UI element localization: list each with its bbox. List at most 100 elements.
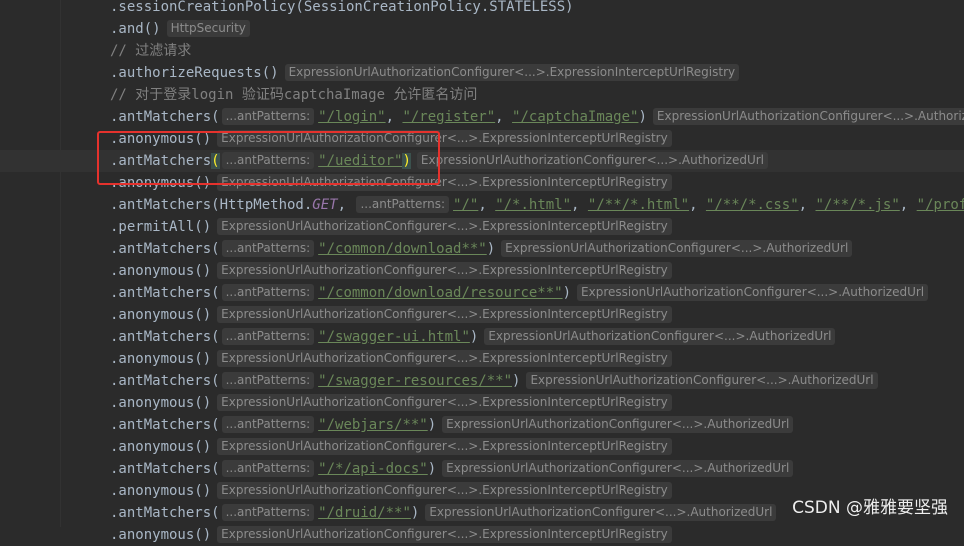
string-literal: "/webjars/**" xyxy=(318,417,428,433)
code-token: .antMatchers(HttpMethod. xyxy=(110,197,313,213)
code-token: ) xyxy=(562,285,572,301)
highlight-annotation-box xyxy=(97,131,440,185)
type-inlay-hint: ExpressionUrlAuthorizationConfigurer<...… xyxy=(284,64,740,81)
code-line[interactable]: .anonymous() ExpressionUrlAuthorizationCo… xyxy=(0,392,964,414)
code-token: , xyxy=(478,197,496,213)
code-token: .sessionCreationPolicy(SessionCreationPo… xyxy=(110,0,574,15)
type-inlay-hint: ExpressionUrlAuthorizationConfigurer<...… xyxy=(442,460,794,477)
code-token: .anonymous() xyxy=(110,351,212,367)
code-line[interactable]: .anonymous() ExpressionUrlAuthorizationCo… xyxy=(0,436,964,458)
code-token: , xyxy=(798,197,816,213)
code-line-content: .antMatchers(...antPatterns: "/common/dow… xyxy=(110,238,855,260)
code-line[interactable]: .antMatchers(...antPatterns: "/common/dow… xyxy=(0,282,964,304)
code-line-content: .anonymous() ExpressionUrlAuthorizationCo… xyxy=(110,348,675,370)
type-inlay-hint: ExpressionUrlAuthorizationConfigurer<...… xyxy=(416,152,769,169)
code-line-content: .anonymous() ExpressionUrlAuthorizationCo… xyxy=(110,480,675,502)
code-line[interactable]: .sessionCreationPolicy(SessionCreationPo… xyxy=(0,0,964,18)
code-line-content: .anonymous() ExpressionUrlAuthorizationCo… xyxy=(110,392,675,414)
code-line[interactable]: .antMatchers(HttpMethod.GET, ...antPatte… xyxy=(0,194,964,216)
string-literal: "/druid/**" xyxy=(318,505,411,521)
string-literal: "/swagger-resources/**" xyxy=(318,373,513,389)
code-token: .antMatchers( xyxy=(110,505,220,521)
string-literal: "/login" xyxy=(318,109,386,125)
string-literal: "/captchaImage" xyxy=(512,109,639,125)
code-token: .antMatchers( xyxy=(110,461,220,477)
code-token: .antMatchers( xyxy=(110,285,220,301)
code-line-content: .antMatchers(...antPatterns: "/swagger-re… xyxy=(110,370,881,392)
code-line[interactable]: .antMatchers(...antPatterns: "/webjars/**… xyxy=(0,414,964,436)
type-inlay-hint: ExpressionUrlAuthorizationConfigurer<...… xyxy=(652,108,964,125)
parameter-inlay-hint: ...antPatterns: xyxy=(221,460,315,477)
code-token: ) xyxy=(638,109,647,125)
type-inlay-hint: ExpressionUrlAuthorizationConfigurer<...… xyxy=(217,482,672,499)
parameter-inlay-hint: ...antPatterns: xyxy=(221,372,315,389)
code-token: .antMatchers( xyxy=(110,241,220,257)
type-inlay-hint: ExpressionUrlAuthorizationConfigurer<...… xyxy=(442,416,794,433)
string-literal: "/*/api-docs" xyxy=(318,461,428,477)
code-token: ) xyxy=(469,329,479,345)
code-line[interactable]: .antMatchers(...antPatterns: "/swagger-re… xyxy=(0,370,964,392)
type-inlay-hint: ExpressionUrlAuthorizationConfigurer<...… xyxy=(217,394,672,411)
code-line[interactable]: .and() HttpSecurity xyxy=(0,18,964,40)
code-token: .permitAll() xyxy=(110,219,212,235)
type-inlay-hint: ExpressionUrlAuthorizationConfigurer<...… xyxy=(501,240,853,257)
code-token: , xyxy=(689,197,706,213)
code-token: .authorizeRequests() xyxy=(110,65,279,81)
string-literal: "/profile/**" xyxy=(916,197,964,213)
code-line[interactable]: .anonymous() ExpressionUrlAuthorizationCo… xyxy=(0,348,964,370)
code-line[interactable]: .authorizeRequests() ExpressionUrlAuthori… xyxy=(0,62,964,84)
type-inlay-hint: ExpressionUrlAuthorizationConfigurer<...… xyxy=(217,350,672,367)
code-line[interactable]: .anonymous() ExpressionUrlAuthorizationCo… xyxy=(0,260,964,282)
code-line-content: .sessionCreationPolicy(SessionCreationPo… xyxy=(110,0,574,18)
code-token: .antMatchers( xyxy=(110,373,220,389)
type-inlay-hint: ExpressionUrlAuthorizationConfigurer<...… xyxy=(577,284,929,301)
code-line-content: .antMatchers(...antPatterns: "/webjars/**… xyxy=(110,414,796,436)
string-literal: "/*.html" xyxy=(495,197,572,213)
code-token: ) xyxy=(486,241,496,257)
code-line[interactable]: .antMatchers(...antPatterns: "/swagger-ui… xyxy=(0,326,964,348)
code-line-content: .antMatchers(...antPatterns: "/common/dow… xyxy=(110,282,931,304)
code-line[interactable]: .anonymous() ExpressionUrlAuthorizationCo… xyxy=(0,304,964,326)
code-line[interactable]: .permitAll() ExpressionUrlAuthorizationCo… xyxy=(0,216,964,238)
csdn-watermark: CSDN @雅雅要坚强 xyxy=(792,498,948,518)
parameter-inlay-hint: ...antPatterns: xyxy=(221,504,315,521)
code-token: ) xyxy=(512,373,521,389)
code-comment: // 过滤请求 xyxy=(110,43,192,59)
code-line[interactable]: // 过滤请求 xyxy=(0,40,964,62)
type-inlay-hint: ExpressionUrlAuthorizationConfigurer<...… xyxy=(217,438,672,455)
code-line[interactable]: .antMatchers(...antPatterns: "/*/api-docs… xyxy=(0,458,964,480)
code-line-content: .permitAll() ExpressionUrlAuthorizationCo… xyxy=(110,216,675,238)
code-line-content: .antMatchers(HttpMethod.GET, ...antPatte… xyxy=(110,194,964,216)
code-line-content: .anonymous() ExpressionUrlAuthorizationCo… xyxy=(110,304,675,326)
code-token: .anonymous() xyxy=(110,263,212,279)
type-inlay-hint: ExpressionUrlAuthorizationConfigurer<...… xyxy=(217,262,672,279)
parameter-inlay-hint: ...antPatterns: xyxy=(221,284,315,301)
string-literal: "/common/download**" xyxy=(318,241,487,257)
string-literal: "/**/*.css" xyxy=(705,197,799,213)
type-inlay-hint: ExpressionUrlAuthorizationConfigurer<...… xyxy=(217,218,672,235)
code-line-content: .antMatchers(...antPatterns: "/druid/**")… xyxy=(110,502,779,524)
code-token: ) xyxy=(410,505,420,521)
code-line[interactable]: .antMatchers(...antPatterns: "/login", "/… xyxy=(0,106,964,128)
parameter-inlay-hint: ...antPatterns: xyxy=(221,416,315,433)
code-token: .antMatchers( xyxy=(110,109,220,125)
code-token: .anonymous() xyxy=(110,439,212,455)
parameter-inlay-hint: ...antPatterns: xyxy=(221,108,315,125)
code-line-content: .antMatchers(...antPatterns: "/*/api-docs… xyxy=(110,458,796,480)
code-token: , xyxy=(495,109,513,125)
parameter-inlay-hint: ...antPatterns: xyxy=(356,196,450,213)
string-literal: "/**/*.js" xyxy=(815,197,900,213)
code-line-content: .anonymous() ExpressionUrlAuthorizationCo… xyxy=(110,260,675,282)
code-token: .antMatchers( xyxy=(110,417,220,433)
code-line[interactable]: .antMatchers(...antPatterns: "/common/dow… xyxy=(0,238,964,260)
parameter-inlay-hint: ...antPatterns: xyxy=(221,328,315,345)
string-literal: "/register" xyxy=(402,109,496,125)
string-literal: "/swagger-ui.html" xyxy=(318,329,470,345)
code-editor[interactable]: .sessionCreationPolicy(SessionCreationPo… xyxy=(0,0,964,543)
type-inlay-hint: ExpressionUrlAuthorizationConfigurer<...… xyxy=(526,372,878,389)
code-line-content: // 对于登录login 验证码captchaImage 允许匿名访问 xyxy=(110,84,477,106)
code-token: ) xyxy=(427,417,437,433)
code-line[interactable]: // 对于登录login 验证码captchaImage 允许匿名访问 xyxy=(0,84,964,106)
code-line[interactable]: .anonymous() ExpressionUrlAuthorizationCo… xyxy=(0,524,964,546)
code-line-content: // 过滤请求 xyxy=(110,40,191,62)
